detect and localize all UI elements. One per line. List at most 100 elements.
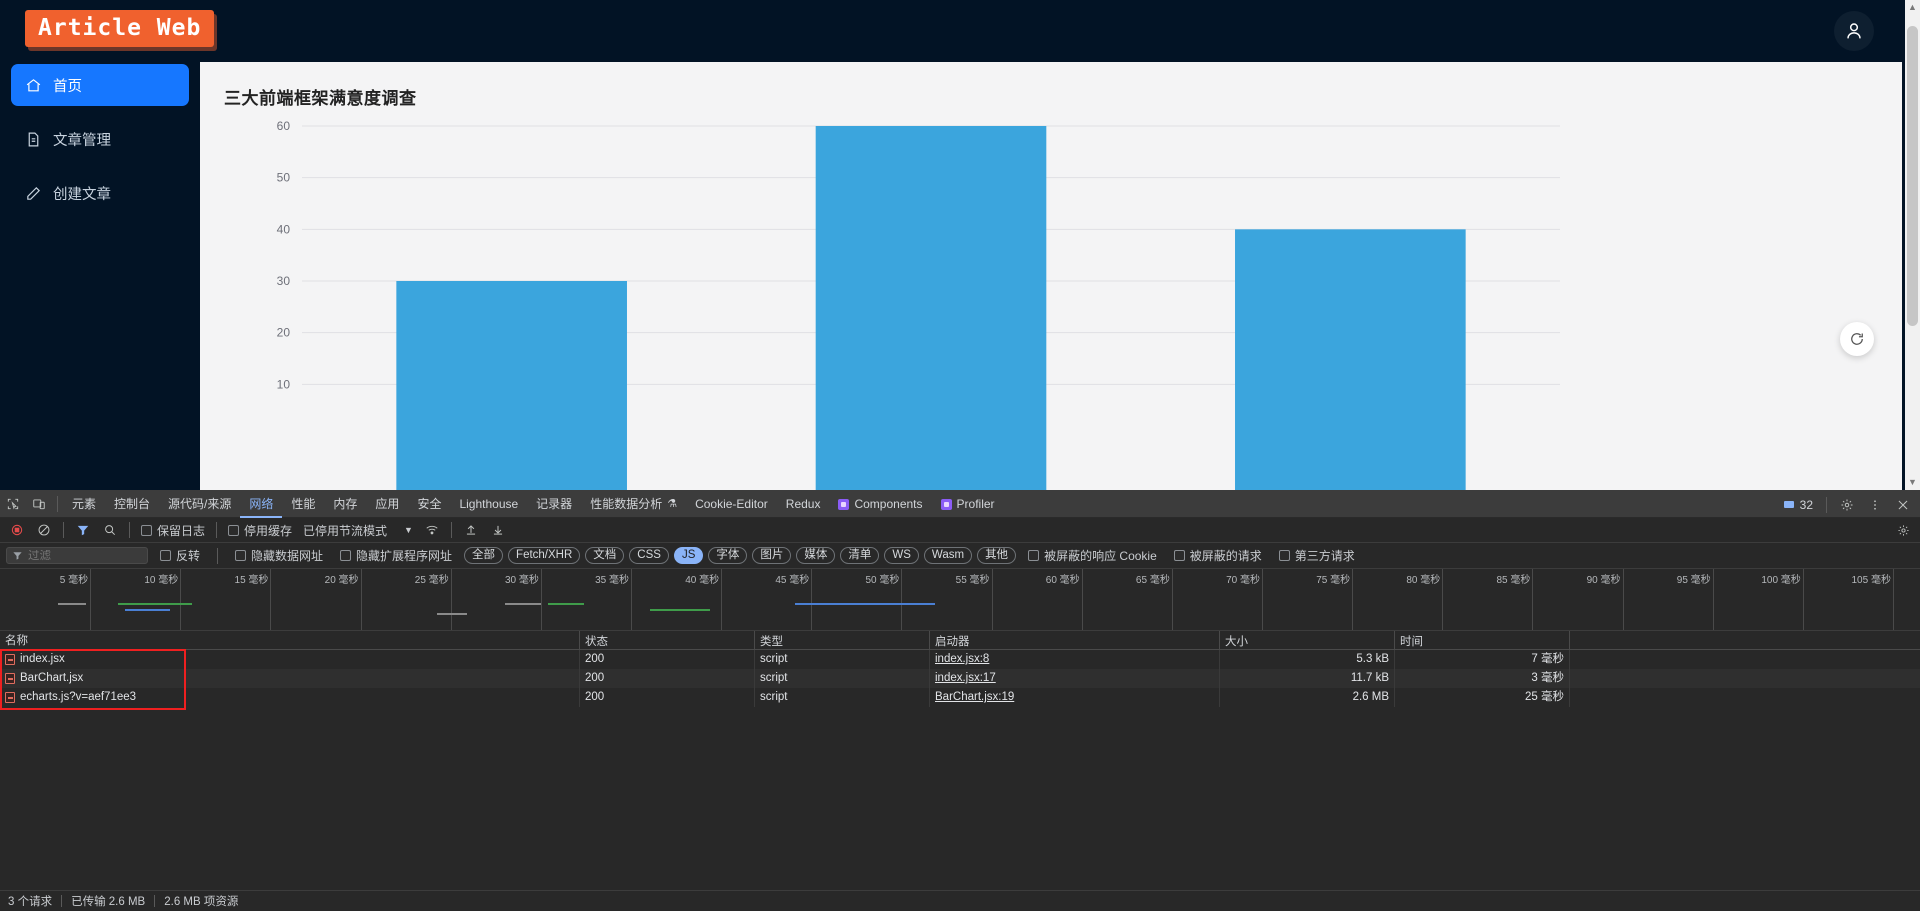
invert-checkbox[interactable]: 反转: [155, 547, 205, 564]
column-header-size[interactable]: 大小: [1220, 631, 1395, 649]
scroll-up-arrow[interactable]: ▲: [1905, 0, 1920, 15]
resource-chip-Wasm[interactable]: Wasm: [923, 547, 973, 564]
resource-chip-JS[interactable]: JS: [673, 547, 704, 564]
devtools-tab-Profiler[interactable]: Profiler: [932, 491, 1004, 518]
timeline-tick: 105 毫秒: [1851, 569, 1894, 630]
scrollbar-thumb[interactable]: [1907, 26, 1918, 326]
sidebar-item-create-article[interactable]: 创建文章: [11, 172, 189, 214]
devtools-tab-安全[interactable]: 安全: [408, 491, 450, 518]
devtools-tab-网络[interactable]: 网络: [240, 491, 282, 518]
resource-chip-字体[interactable]: 字体: [708, 547, 748, 564]
record-stop-icon[interactable]: [4, 517, 30, 543]
scroll-down-arrow[interactable]: ▼: [1905, 475, 1920, 490]
throttling-select[interactable]: 已停用节流模式 ▼: [298, 522, 418, 539]
chart-bar[interactable]: [1235, 229, 1466, 490]
hide-extension-urls-label: 隐藏扩展程序网址: [356, 549, 453, 563]
devtools-tab-Cookie-Editor[interactable]: Cookie-Editor: [686, 491, 777, 518]
resource-chip-CSS[interactable]: CSS: [629, 547, 669, 564]
devtools-tab-性能数据分析[interactable]: 性能数据分析 ⚗: [581, 491, 686, 518]
tab-label: Profiler: [956, 496, 995, 511]
timeline-tick-label: 60 毫秒: [1045, 575, 1080, 586]
resource-chip-图片[interactable]: 图片: [752, 547, 792, 564]
table-row[interactable]: echarts.js?v=aef71ee3 200 script BarChart.j…: [0, 688, 1920, 707]
checkbox: [141, 524, 152, 536]
sidebar-item-home[interactable]: 首页: [11, 64, 189, 106]
column-header-waterfall[interactable]: [1570, 631, 1920, 649]
cell-name[interactable]: index.jsx: [0, 650, 580, 669]
devtools-tab-Redux[interactable]: Redux: [777, 491, 830, 518]
refresh-icon[interactable]: [1840, 322, 1874, 356]
cell-name[interactable]: BarChart.jsx: [0, 669, 580, 688]
initiator-link[interactable]: index.jsx:17: [935, 672, 996, 684]
resource-chip-其他[interactable]: 其他: [977, 547, 1017, 564]
gear-icon[interactable]: [1834, 492, 1860, 518]
timeline-tick: 90 毫秒: [1587, 569, 1624, 630]
resource-chip-媒体[interactable]: 媒体: [796, 547, 836, 564]
column-header-type[interactable]: 类型: [755, 631, 930, 649]
close-icon[interactable]: [1890, 492, 1916, 518]
chart-bar[interactable]: [396, 281, 627, 490]
filter-input-wrapper[interactable]: [6, 547, 148, 564]
column-header-name[interactable]: 名称: [0, 631, 580, 649]
resource-chip-Fetch/XHR[interactable]: Fetch/XHR: [508, 547, 581, 564]
import-har-icon[interactable]: [458, 517, 484, 543]
network-settings-gear-icon[interactable]: [1890, 517, 1916, 543]
column-header-time[interactable]: 时间: [1395, 631, 1570, 649]
chart-bar[interactable]: [815, 126, 1047, 490]
filter-input[interactable]: [28, 549, 136, 562]
tab-label: 记录器: [536, 496, 573, 511]
column-header-initiator[interactable]: 启动器: [930, 631, 1220, 649]
third-party-checkbox[interactable]: 第三方请求: [1274, 547, 1360, 564]
cell-waterfall: [1570, 650, 1920, 669]
hide-data-urls-checkbox[interactable]: 隐藏数据网址: [230, 547, 328, 564]
device-toolbar-icon[interactable]: [26, 491, 52, 517]
app-logo[interactable]: Article Web: [25, 10, 215, 47]
timeline-request-bar: [140, 603, 192, 605]
kebab-menu-icon[interactable]: [1862, 492, 1888, 518]
timeline-tick-label: 90 毫秒: [1586, 575, 1621, 586]
resource-chip-文档[interactable]: 文档: [585, 547, 625, 564]
preserve-log-checkbox[interactable]: 保留日志: [136, 522, 210, 539]
search-icon[interactable]: [97, 517, 123, 543]
resource-chip-WS[interactable]: WS: [884, 547, 919, 564]
devtools-tab-性能[interactable]: 性能: [282, 491, 324, 518]
devtools-tab-Lighthouse[interactable]: Lighthouse: [450, 491, 527, 518]
devtools-tab-记录器[interactable]: 记录器: [527, 491, 581, 518]
blocked-cookies-checkbox[interactable]: 被屏蔽的响应 Cookie: [1023, 547, 1162, 564]
cell-initiator[interactable]: index.jsx:8: [930, 650, 1220, 669]
table-row[interactable]: index.jsx 200 script index.jsx:8 5.3 kB 7 毫秒: [0, 650, 1920, 669]
resource-chip-清单[interactable]: 清单: [840, 547, 880, 564]
timeline-tick: 10 毫秒: [144, 569, 182, 630]
devtools-tab-元素[interactable]: 元素: [63, 491, 105, 518]
sidebar-item-article-management[interactable]: 文章管理: [11, 118, 189, 160]
network-conditions-icon[interactable]: [419, 517, 445, 543]
message-count-badge[interactable]: 32: [1777, 498, 1819, 512]
cell-name[interactable]: echarts.js?v=aef71ee3: [0, 688, 580, 707]
column-header-status[interactable]: 状态: [580, 631, 755, 649]
devtools-tab-Components[interactable]: Components: [829, 491, 931, 518]
initiator-link[interactable]: BarChart.jsx:19: [935, 691, 1014, 703]
devtools-tab-内存[interactable]: 内存: [324, 491, 366, 518]
filter-icon[interactable]: [70, 517, 96, 543]
cell-type: script: [755, 650, 930, 669]
page-scrollbar[interactable]: ▲ ▼: [1905, 0, 1920, 490]
devtools-tab-应用[interactable]: 应用: [366, 491, 408, 518]
blocked-requests-checkbox[interactable]: 被屏蔽的请求: [1169, 547, 1267, 564]
export-har-icon[interactable]: [485, 517, 511, 543]
inspect-element-icon[interactable]: [0, 491, 26, 517]
devtools-tab-控制台[interactable]: 控制台: [105, 491, 159, 518]
sidebar-item-label: 首页: [53, 78, 82, 95]
devtools-tabbar-right: 32: [1777, 491, 1916, 518]
table-row[interactable]: BarChart.jsx 200 script index.jsx:17 11.7 kB…: [0, 669, 1920, 688]
devtools-tab-源代码/来源[interactable]: 源代码/来源: [159, 491, 240, 518]
initiator-link[interactable]: index.jsx:8: [935, 653, 989, 665]
network-overview-timeline[interactable]: 5 毫秒 10 毫秒 15 毫秒 20 毫秒 25 毫秒 30 毫秒 35 毫秒 40 毫秒 4…: [0, 569, 1920, 631]
cell-initiator[interactable]: index.jsx:17: [930, 669, 1220, 688]
avatar[interactable]: [1834, 11, 1874, 51]
hide-extension-urls-checkbox[interactable]: 隐藏扩展程序网址: [335, 547, 457, 564]
disable-cache-checkbox[interactable]: 停用缓存: [223, 522, 297, 539]
cell-initiator[interactable]: BarChart.jsx:19: [930, 688, 1220, 707]
clear-icon[interactable]: [31, 517, 57, 543]
y-axis-tick-label: 50: [277, 171, 291, 185]
resource-chip-全部[interactable]: 全部: [464, 547, 504, 564]
